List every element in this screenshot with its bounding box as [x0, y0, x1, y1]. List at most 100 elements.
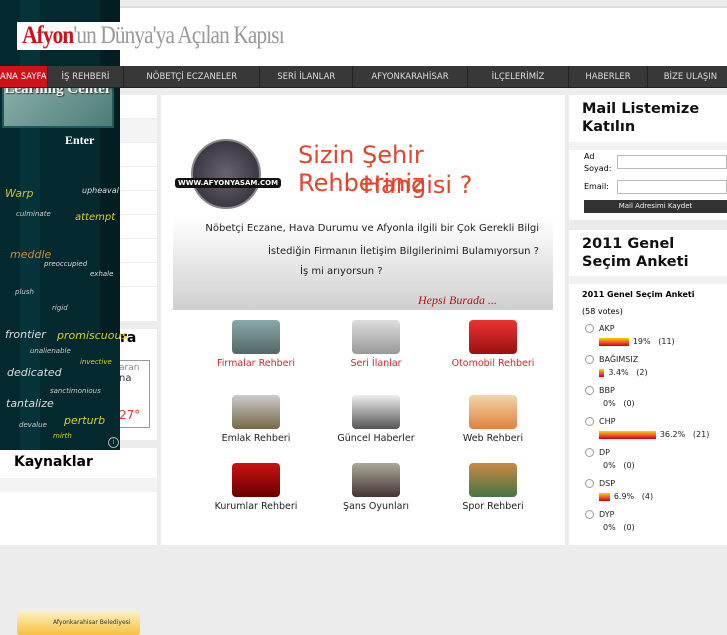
ad-word[interactable]: dedicated	[7, 366, 62, 379]
category-label: Emlak Rehberi	[221, 433, 291, 444]
poll-count: (0)	[623, 399, 635, 408]
hero-banner[interactable]: WWW.AFYONYASAM.COM Sizin Şehir Rehberini…	[173, 103, 553, 310]
logo-gray-text: 'un Dünya'ya Açılan Kapısı	[73, 22, 284, 49]
ad-word[interactable]: promiscuous	[57, 329, 127, 342]
poll-radio[interactable]	[585, 479, 594, 488]
news-icon	[352, 395, 400, 429]
nav-seri-ilanlar[interactable]: SERİ İLANLAR	[260, 66, 354, 87]
poll-bar	[599, 492, 610, 501]
afyon-emblem-icon	[191, 139, 261, 209]
category-label: Otomobil Rehberi	[451, 358, 535, 369]
category-4[interactable]: Emlak Rehberi	[201, 395, 311, 444]
banner-line: Nöbetçi Eczane, Hava Durumu ve Afyonla i…	[205, 223, 539, 234]
category-1[interactable]: Firmalar Rehberi	[201, 320, 311, 369]
poll-percent: 6.9%	[613, 492, 635, 501]
ad-word[interactable]: unalienable	[30, 347, 71, 355]
ad-word[interactable]: upheaval	[82, 186, 119, 195]
poll-radio[interactable]	[585, 510, 594, 519]
poll-option[interactable]: DP 0% (0)	[585, 448, 727, 479]
save-email-button[interactable]: Mail Adresimi Kaydet	[584, 200, 727, 213]
magnifier-city-icon	[232, 320, 280, 354]
ad-word[interactable]: culminate	[16, 210, 51, 218]
category-9[interactable]: Spor Rehberi	[438, 463, 548, 512]
ad-word[interactable]: rigid	[52, 304, 68, 312]
category-2[interactable]: Seri İlanlar	[321, 320, 431, 369]
site-logo[interactable]: Afyon'un Dünya'ya Açılan Kapısı	[17, 22, 287, 50]
kaynaklar-heading: Kaynaklar	[14, 454, 93, 470]
ad-word[interactable]: plush	[15, 288, 34, 296]
poll-count: (0)	[623, 461, 635, 470]
ad-word[interactable]: attempt	[75, 212, 115, 223]
poll-subtitle: 2011 Genel Seçim Anketi	[582, 290, 695, 299]
poll-percent: 36.2%	[659, 430, 686, 439]
category-7[interactable]: Kurumlar Rehberi	[201, 463, 311, 512]
car-icon	[469, 320, 517, 354]
belediye-link[interactable]: Afyonkarahisar Belediyesi	[17, 611, 140, 635]
banner-line: İstediğin Firmanın İletişim Bilgilerinim…	[267, 246, 539, 257]
category-8[interactable]: Şans Oyunları	[321, 463, 431, 512]
weather-text: aran	[119, 363, 140, 373]
category-5[interactable]: Güncel Haberler	[321, 395, 431, 444]
category-label: Şans Oyunları	[343, 501, 409, 512]
poll-option[interactable]: BAĞIMSIZ 3.4% (2)	[585, 355, 727, 386]
category-label: Web Rehberi	[462, 433, 524, 444]
banner-site: WWW.AFYONYASAM.COM	[175, 178, 282, 188]
poll-option[interactable]: DYP 0% (0)	[585, 510, 727, 541]
nav-afyonkarahisar[interactable]: AFYONKARAHİSAR	[353, 66, 468, 87]
category-label: Firmalar Rehberi	[216, 358, 296, 369]
lottery-icon	[352, 463, 400, 497]
category-label: Spor Rehberi	[462, 501, 524, 512]
ad-word[interactable]: sanctimonious	[50, 387, 101, 395]
banner-line: İş mi arıyorsun ?	[300, 266, 383, 277]
turkish-flag-icon	[232, 463, 280, 497]
poll-option[interactable]: DSP 6.9% (4)	[585, 479, 727, 510]
nav-haberler[interactable]: HABERLER	[569, 66, 648, 87]
nav-nobetci[interactable]: NÖBETÇİ ECZANELER	[124, 66, 261, 87]
ad-word[interactable]: invective	[80, 358, 112, 366]
poll-option[interactable]: AKP 19% (11)	[585, 324, 727, 355]
info-icon[interactable]: i	[108, 437, 119, 448]
ad-word[interactable]: preoccupied	[44, 260, 87, 268]
ad-word[interactable]: frontier	[5, 328, 46, 341]
nav-is-rehberi[interactable]: İŞ REHBERİ	[48, 66, 125, 87]
poll-count: (4)	[641, 492, 654, 501]
poll-radio[interactable]	[585, 355, 594, 364]
poll-percent: 3.4%	[608, 368, 629, 377]
poll-radio[interactable]	[585, 324, 594, 333]
category-3[interactable]: Otomobil Rehberi	[438, 320, 548, 369]
poll-option-label: DSP	[599, 479, 616, 488]
category-label: Seri İlanlar	[350, 358, 402, 369]
category-label: Güncel Haberler	[337, 433, 415, 444]
poll-bar	[599, 337, 629, 346]
ad-word[interactable]: exhale	[90, 270, 113, 278]
category-6[interactable]: Web Rehberi	[438, 395, 548, 444]
center-column: WWW.AFYONYASAM.COM Sizin Şehir Rehberini…	[161, 95, 565, 545]
ad-word[interactable]: devalue	[19, 421, 47, 429]
poll-radio[interactable]	[585, 448, 594, 457]
poll-title: 2011 Genel Seçim Anketi	[582, 236, 689, 270]
ad-word[interactable]: mirth	[53, 432, 72, 440]
poll-count: (2)	[636, 368, 648, 377]
ad-word[interactable]: perturb	[64, 414, 105, 427]
weather-text: na	[119, 373, 132, 384]
nav-ilcelerimiz[interactable]: İLÇELERİMİZ	[468, 66, 570, 87]
ad-enter-button[interactable]: Enter	[65, 133, 94, 148]
poll-option[interactable]: BBP 0% (0)	[585, 386, 727, 417]
poll-bar	[599, 368, 605, 377]
poll-radio[interactable]	[585, 386, 594, 395]
nav-home[interactable]: ANA SAYFA	[0, 66, 48, 87]
ad-word[interactable]: Warp	[5, 187, 34, 200]
name-input[interactable]	[617, 155, 727, 169]
www-icon	[469, 395, 517, 429]
poll-option[interactable]: CHP 36.2% (21)	[585, 417, 727, 448]
poll-radio[interactable]	[585, 417, 594, 426]
ad-word[interactable]: tantalize	[6, 397, 54, 410]
email-label: Email:	[584, 182, 609, 191]
poll-votes: (58 votes)	[582, 307, 623, 316]
email-input[interactable]	[617, 180, 727, 194]
poll-option-label: BAĞIMSIZ	[599, 355, 639, 364]
poll-percent: 19%	[632, 337, 651, 346]
poll-count: (21)	[692, 430, 710, 439]
poll-option-label: DYP	[599, 510, 615, 519]
nav-bize-ulasin[interactable]: BİZE ULAŞIN	[648, 66, 727, 87]
